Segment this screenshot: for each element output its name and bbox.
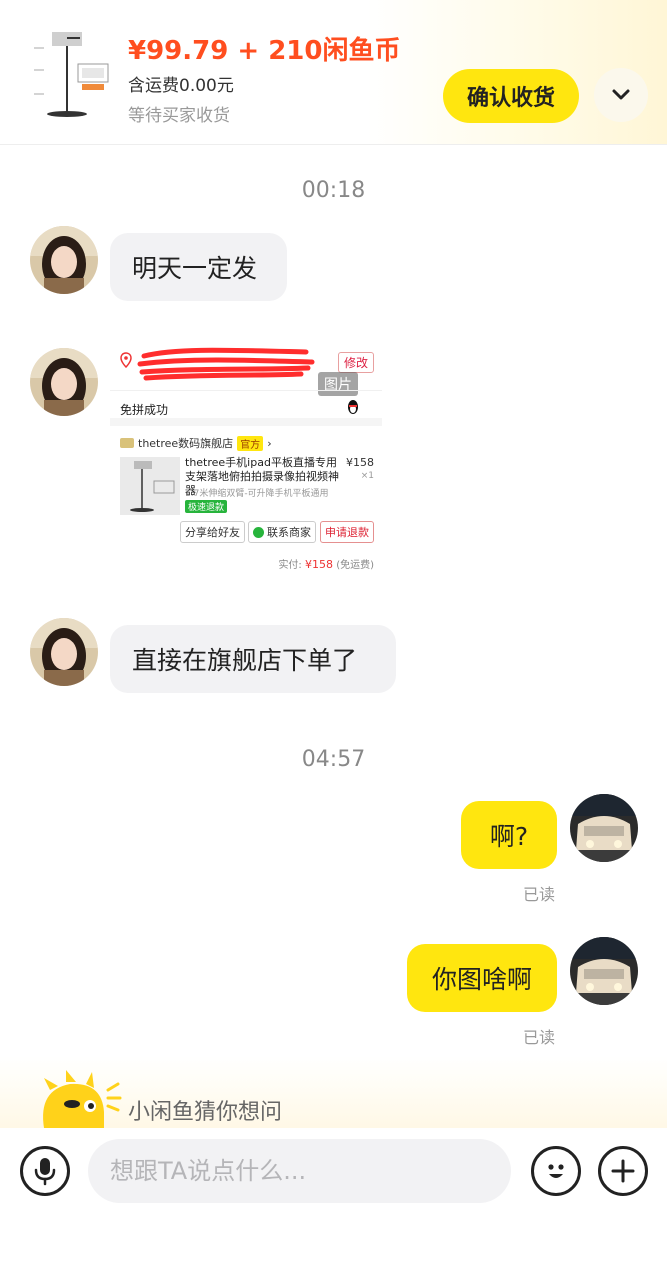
order-header: ¥99.79 + 210闲鱼币 含运费0.00元 等待买家收货 确认收货 [0,0,667,145]
product-price: ¥158 [346,456,374,469]
emoji-icon [548,1164,564,1178]
shop-name: thetree数码旗舰店 [138,437,234,450]
timestamp: 04:57 [301,747,366,772]
avatar[interactable] [30,618,98,686]
order-status: 等待买家收货 [128,106,230,126]
fish-mascot-icon[interactable] [30,1070,122,1128]
chevron-down-icon [612,89,630,100]
refund-button: 申请退款 [320,521,374,543]
my-avatar[interactable] [570,937,638,1005]
microphone-icon [34,1158,56,1186]
shop-row: thetree数码旗舰店 官方 › [120,435,272,451]
product-spec: 1.7米伸缩双臂-可升降手机平板通用 [185,489,329,499]
message-bubble[interactable]: 明天一定发 [110,233,287,301]
location-pin-icon [120,352,132,368]
my-avatar[interactable] [570,794,638,862]
image-message[interactable]: 修改 图片 免拼成功 thetree数码旗舰店 官方 › thetree手机ip… [110,340,382,575]
avatar[interactable] [30,348,98,416]
contact-label: 联系商家 [267,526,311,539]
message-bubble[interactable]: 直接在旗舰店下单了 [110,625,396,693]
avatar[interactable] [30,226,98,294]
plus-button[interactable] [598,1146,648,1196]
redaction-scribble [137,347,315,381]
paid-amount: 实付: ¥158 (免运费) [278,558,374,571]
product-thumbnail [120,457,180,515]
suggestion-text[interactable]: 小闲鱼猜你想问 [128,1094,282,1126]
voice-button[interactable] [20,1146,70,1196]
read-status: 已读 [523,1028,556,1047]
shop-logo-icon [120,438,134,448]
group-success-text: 免拼成功 [120,403,169,417]
product-thumbnail[interactable] [30,26,116,120]
product-qty: ×1 [360,471,374,481]
read-status: 已读 [523,885,556,904]
confirm-receipt-button[interactable]: 确认收货 [443,69,579,123]
order-shipping: 含运费0.00元 [128,76,234,96]
expand-button[interactable] [594,68,648,122]
official-badge: 官方 [237,435,264,451]
timestamp: 00:18 [301,178,366,203]
share-button: 分享给好友 [180,521,245,543]
chevron-right-icon: › [267,436,272,450]
group-success-row: 免拼成功 [110,390,382,426]
message-bubble[interactable]: 你图啥啊 [407,944,557,1012]
emoji-button[interactable] [531,1146,581,1196]
chat-icon [253,526,264,538]
contact-seller-button: 联系商家 [248,521,316,543]
modify-label: 修改 [337,352,374,373]
message-bubble[interactable]: 啊? [461,801,557,869]
share-label: 分享给好友 [185,526,240,539]
message-input[interactable] [88,1139,511,1203]
penguin-icon [348,400,358,414]
fast-refund-badge: 极速退款 [185,500,228,513]
plus-icon [611,1159,635,1183]
refund-label: 申请退款 [325,526,369,539]
order-price: ¥99.79 + 210闲鱼币 [128,36,401,66]
